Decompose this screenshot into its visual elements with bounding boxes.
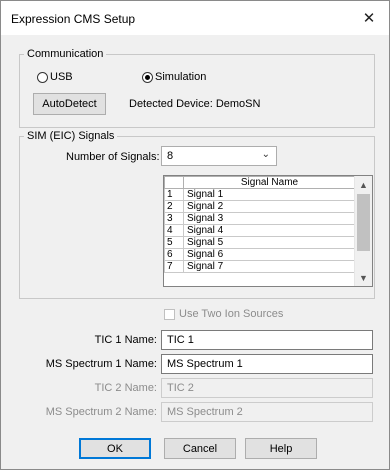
ms-spectrum1-label: MS Spectrum 1 Name: bbox=[45, 358, 157, 370]
title-bar: Expression CMS Setup ✕ bbox=[1, 1, 389, 35]
autodetect-button[interactable]: AutoDetect bbox=[33, 93, 106, 115]
signal-name-cell[interactable]: Signal 2 bbox=[183, 200, 356, 213]
table-row[interactable]: 2 Signal 2 bbox=[164, 200, 356, 213]
row-index: 1 bbox=[164, 188, 184, 201]
number-of-signals-select[interactable]: 8 ⌄ bbox=[161, 146, 277, 166]
ok-button[interactable]: OK bbox=[79, 438, 151, 459]
checkbox-box[interactable] bbox=[164, 308, 175, 320]
usb-radio-circle[interactable] bbox=[37, 71, 48, 83]
communication-legend: Communication bbox=[27, 48, 104, 60]
help-button[interactable]: Help bbox=[245, 438, 317, 459]
row-index: 3 bbox=[164, 212, 184, 225]
sim-signals-legend: SIM (EIC) Signals bbox=[27, 130, 115, 142]
signal-table[interactable]: Signal Name 1 Signal 1 2 Signal 2 3 Signal … bbox=[163, 175, 373, 287]
table-row[interactable]: 7 Signal 7 bbox=[164, 260, 356, 273]
simulation-radio-circle[interactable] bbox=[142, 71, 153, 83]
usb-radio[interactable]: USB bbox=[37, 71, 73, 83]
table-row[interactable]: 5 Signal 5 bbox=[164, 236, 356, 249]
signal-name-cell[interactable]: Signal 3 bbox=[183, 212, 356, 225]
close-icon[interactable]: ✕ bbox=[359, 8, 379, 28]
table-scrollbar[interactable]: ▲ ▼ bbox=[354, 176, 372, 286]
number-of-signals-value: 8 bbox=[167, 150, 174, 162]
ms-spectrum2-label: MS Spectrum 2 Name: bbox=[45, 406, 157, 418]
index-column-header bbox=[164, 176, 184, 189]
tic1-name-input[interactable]: TIC 1 bbox=[161, 330, 373, 350]
row-index: 2 bbox=[164, 200, 184, 213]
chevron-down-icon[interactable]: ▼ bbox=[355, 269, 372, 286]
tic1-label: TIC 1 Name: bbox=[94, 334, 157, 346]
communication-group: Communication bbox=[19, 48, 375, 128]
row-index: 5 bbox=[164, 236, 184, 249]
scrollbar-thumb[interactable] bbox=[357, 194, 370, 251]
signal-name-cell[interactable]: Signal 6 bbox=[183, 248, 356, 261]
detected-device-label: Detected Device: DemoSN bbox=[129, 98, 261, 110]
window-title: Expression CMS Setup bbox=[11, 12, 136, 26]
ms-spectrum1-name-input[interactable]: MS Spectrum 1 bbox=[161, 354, 373, 374]
table-row[interactable]: 3 Signal 3 bbox=[164, 212, 356, 225]
table-row[interactable]: 6 Signal 6 bbox=[164, 248, 356, 261]
row-index: 7 bbox=[164, 260, 184, 273]
simulation-radio[interactable]: Simulation bbox=[142, 71, 206, 83]
number-of-signals-label: Number of Signals: bbox=[66, 151, 160, 163]
usb-radio-label: USB bbox=[50, 71, 73, 83]
signal-name-cell[interactable]: Signal 7 bbox=[183, 260, 356, 273]
chevron-up-icon[interactable]: ▲ bbox=[355, 176, 372, 193]
tic2-label: TIC 2 Name: bbox=[94, 382, 157, 394]
row-index: 4 bbox=[164, 224, 184, 237]
chevron-down-icon: ⌄ bbox=[261, 149, 270, 160]
signal-name-cell[interactable]: Signal 5 bbox=[183, 236, 356, 249]
use-two-ion-sources-label: Use Two Ion Sources bbox=[179, 308, 284, 320]
row-index: 6 bbox=[164, 248, 184, 261]
ms-spectrum2-name-input[interactable]: MS Spectrum 2 bbox=[161, 402, 373, 422]
signal-name-cell[interactable]: Signal 1 bbox=[183, 188, 356, 201]
signal-name-column-header: Signal Name bbox=[183, 176, 356, 189]
cancel-button[interactable]: Cancel bbox=[164, 438, 236, 459]
use-two-ion-sources-checkbox[interactable]: Use Two Ion Sources bbox=[164, 308, 283, 320]
dialog-window: Expression CMS Setup ✕ Communication USB… bbox=[0, 0, 390, 470]
tic2-name-input[interactable]: TIC 2 bbox=[161, 378, 373, 398]
simulation-radio-label: Simulation bbox=[155, 71, 207, 83]
table-row[interactable]: 4 Signal 4 bbox=[164, 224, 356, 237]
table-row[interactable]: 1 Signal 1 bbox=[164, 188, 356, 201]
signal-name-cell[interactable]: Signal 4 bbox=[183, 224, 356, 237]
